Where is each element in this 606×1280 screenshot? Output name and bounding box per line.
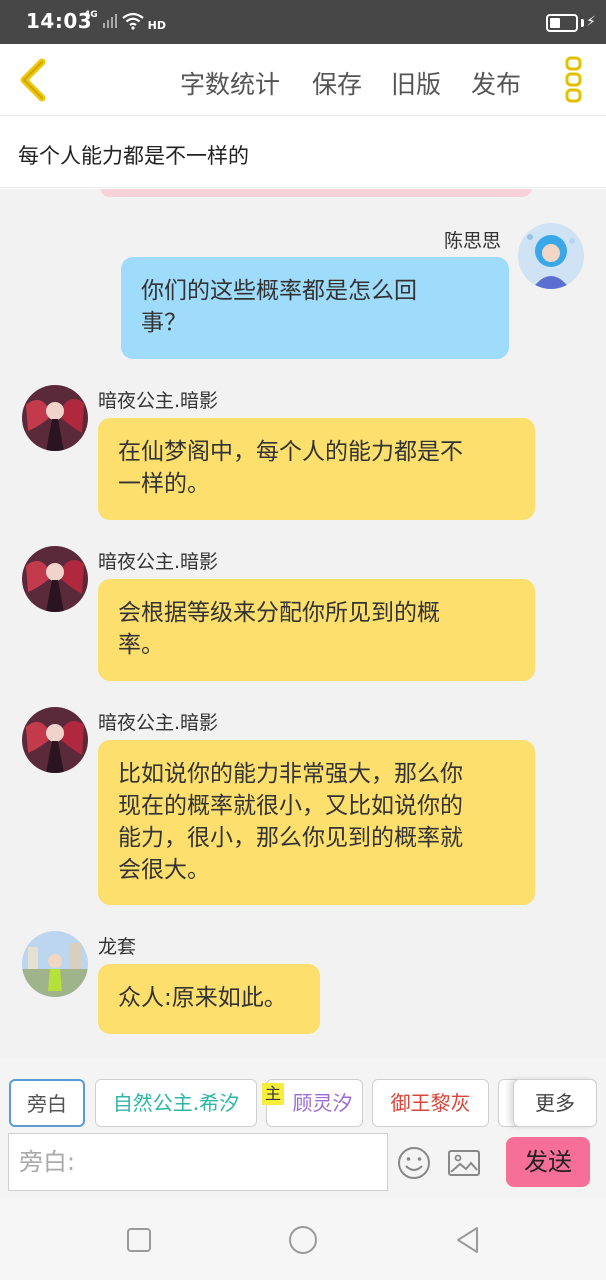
message-bubble[interactable]: 会根据等级来分配你所见到的概 率。 (98, 579, 535, 681)
hd-label: HD (147, 18, 166, 32)
message-line: 一样的。 (118, 471, 210, 497)
message-line: 会根据等级来分配你所见到的概 (118, 600, 440, 626)
message-bubble[interactable]: 众人:原来如此。 (98, 964, 320, 1034)
message-line: 事？ (141, 310, 187, 336)
nav-square-icon[interactable] (124, 1225, 154, 1255)
character-chip-narrator[interactable]: 旁白 (9, 1079, 85, 1127)
message-bubble[interactable]: 在仙梦阁中，每个人的能力都是不 一样的。 (98, 418, 535, 520)
character-chip-label: 顾灵汐 (292, 1091, 353, 1115)
character-chip-label: 御王黎灰 (390, 1091, 471, 1115)
message-line: 你们的这些概率都是怎么回 (141, 278, 417, 304)
message-line: 会很大。 (118, 857, 210, 883)
character-chip-xixi[interactable]: 自然公主.希汐 (95, 1079, 257, 1127)
message-line: 现在的概率就很小，又比如说你的 (118, 793, 463, 819)
message-line: 率。 (118, 632, 164, 658)
message-input[interactable] (9, 1134, 387, 1190)
nav-circle-icon[interactable] (288, 1225, 318, 1255)
message-line: 在仙梦阁中，每个人的能力都是不 (118, 439, 463, 465)
avatar[interactable] (22, 385, 88, 451)
chapter-title: 每个人能力都是不一样的 (18, 144, 249, 168)
old-version-button[interactable]: 旧版 (391, 65, 441, 101)
publish-button[interactable]: 发布 (471, 65, 521, 101)
main-character-tag: 主 (262, 1083, 284, 1105)
chapter-title-bar[interactable]: 每个人能力都是不一样的 (0, 116, 606, 188)
previous-bubble-edge (100, 189, 532, 197)
battery-icon (546, 14, 578, 32)
sender-name: 暗夜公主.暗影 (98, 390, 219, 412)
avatar[interactable] (22, 707, 88, 773)
send-button[interactable]: 发送 (506, 1137, 590, 1187)
sender-name: 龙套 (98, 936, 137, 958)
network-label: 4G (84, 10, 98, 20)
nav-back-triangle-icon[interactable] (453, 1225, 483, 1255)
sender-name: 陈思思 (444, 230, 502, 252)
status-icons: 4G HD (84, 10, 166, 32)
image-icon[interactable] (446, 1145, 482, 1181)
charging-icon: ⚡ (586, 14, 596, 30)
more-characters-button[interactable]: 更多 (513, 1079, 597, 1127)
back-arrow-icon[interactable] (12, 56, 56, 104)
message-bubble[interactable]: 你们的这些概率都是怎么回 事？ (121, 257, 509, 359)
avatar[interactable] (518, 223, 584, 289)
signal-icon (102, 14, 117, 28)
emoji-icon[interactable] (396, 1145, 432, 1181)
status-bar: 14:03 4G HD ⚡ (0, 0, 606, 44)
chat-area[interactable]: 陈思思 你们的这些概率都是怎么回 事？ 暗夜公主.暗影 在仙梦阁中，每个人的能力… (0, 189, 606, 1057)
save-button[interactable]: 保存 (312, 65, 362, 101)
message-line: 比如说你的能力非常强大，那么你 (118, 761, 463, 787)
message-line: 能力，很小，那么你见到的概率就 (118, 825, 463, 851)
avatar[interactable] (22, 546, 88, 612)
battery-tip (581, 19, 584, 27)
more-vertical-icon[interactable] (564, 56, 584, 104)
character-chip-label: 旁白 (27, 1092, 67, 1116)
avatar[interactable] (22, 931, 88, 997)
composer: 旁白 自然公主.希汐 顾灵汐 主 御王黎灰 更多 发送 (0, 1057, 606, 1199)
system-nav-bar (0, 1199, 606, 1280)
character-chip-yuwang[interactable]: 御王黎灰 (372, 1079, 489, 1127)
wifi-icon (121, 12, 144, 30)
sender-name: 暗夜公主.暗影 (98, 712, 219, 734)
message-line: 众人:原来如此。 (118, 985, 287, 1011)
more-label: 更多 (535, 1091, 575, 1115)
status-time: 14:03 (26, 9, 93, 33)
message-input-box[interactable] (8, 1133, 388, 1191)
character-chip-label: 自然公主.希汐 (112, 1091, 240, 1115)
message-bubble[interactable]: 比如说你的能力非常强大，那么你 现在的概率就很小，又比如说你的 能力，很小，那么… (98, 740, 535, 905)
top-bar: 字数统计 保存 旧版 发布 (0, 44, 606, 116)
word-count-button[interactable]: 字数统计 (180, 65, 280, 101)
sender-name: 暗夜公主.暗影 (98, 551, 219, 573)
